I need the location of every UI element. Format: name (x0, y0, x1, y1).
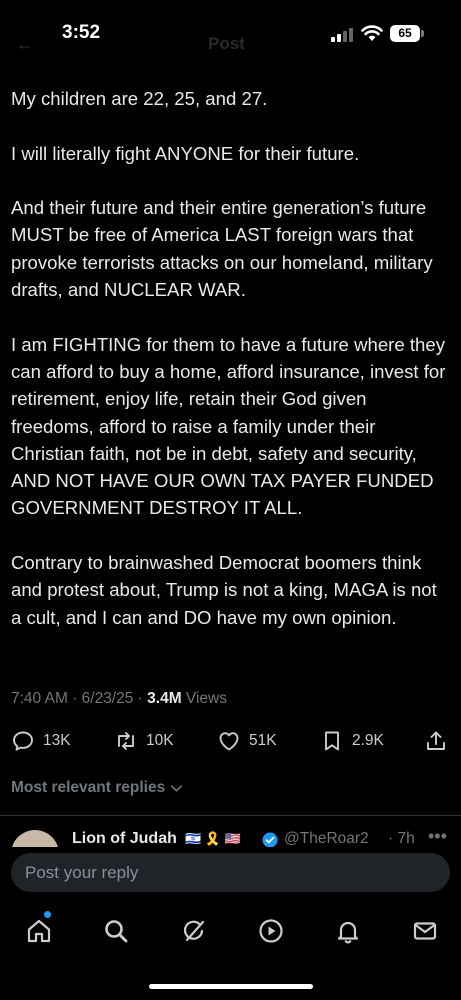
search-icon (105, 920, 128, 943)
repost-count: 10K (146, 732, 174, 749)
reply-input[interactable]: Post your reply (11, 853, 450, 892)
heart-icon (219, 732, 239, 751)
status-time: 3:52 (62, 22, 101, 43)
tab-video[interactable] (257, 917, 285, 945)
post-paragraph: Contrary to brainwashed Democrat boomers… (11, 552, 437, 628)
battery-tip (421, 30, 424, 37)
reply-button[interactable]: 13K (11, 726, 71, 756)
reply-timestamp: · 7h (388, 830, 415, 847)
reply-item[interactable]: Lion of Judah 🇮🇱 🎗️ 🇺🇸 @TheRoar2 · 7h ••… (0, 822, 461, 850)
share-icon (427, 731, 445, 750)
bookmark-count: 2.9K (352, 732, 384, 749)
replies-sort-dropdown[interactable]: Most relevant replies (11, 779, 183, 797)
post-meta: 7:40 AM · 6/23/25 · 3.4M Views (11, 690, 227, 708)
home-indicator[interactable] (149, 984, 313, 989)
action-bar: 13K 10K 51K 2.9K (0, 726, 461, 756)
post-paragraph: I will literally fight ANYONE for their … (11, 142, 360, 164)
repost-button[interactable]: 10K (114, 726, 174, 756)
replies-header-label: Most relevant replies (11, 779, 166, 796)
reply-author-name[interactable]: Lion of Judah (72, 830, 177, 848)
home-icon (27, 919, 51, 943)
bookmark-button[interactable]: 2.9K (320, 726, 384, 756)
grok-icon (183, 920, 205, 942)
battery-indicator: 65 (390, 25, 420, 42)
share-button[interactable] (424, 726, 448, 756)
page-title: Post (208, 34, 245, 53)
tab-grok[interactable] (180, 917, 208, 945)
tab-search[interactable] (102, 917, 130, 945)
reply-count: 13K (43, 732, 71, 749)
post-paragraph: I am FIGHTING for them to have a future … (11, 333, 446, 519)
post-timestamp: 7:40 AM · 6/23/25 · (11, 690, 148, 707)
wifi-icon (361, 25, 383, 41)
tab-home[interactable] (25, 917, 53, 945)
chevron-down-icon (171, 784, 183, 792)
repost-icon (118, 732, 134, 750)
reply-author-handle[interactable]: @TheRoar2 (284, 830, 369, 848)
post-paragraph: My children are 22, 25, and 27. (11, 88, 268, 109)
views-count: 3.4M (147, 690, 182, 707)
tab-messages[interactable] (411, 917, 439, 945)
bookmark-icon (325, 731, 339, 751)
new-posts-indicator (44, 911, 51, 918)
reply-composer: Post your reply (0, 847, 461, 900)
reply-icon (13, 731, 33, 751)
post-text: My children are 22, 25, and 27. I will l… (11, 85, 451, 658)
more-options-icon[interactable]: ••• (428, 826, 447, 847)
verified-badge-icon (262, 832, 278, 848)
back-button[interactable]: ← (16, 34, 34, 55)
cellular-signal-icon (331, 26, 355, 42)
like-button[interactable]: 51K (217, 726, 277, 756)
video-icon (259, 919, 283, 943)
mail-icon (413, 922, 437, 940)
bell-icon (337, 921, 359, 944)
reply-author-flags: 🇮🇱 🎗️ 🇺🇸 (185, 831, 241, 846)
like-count: 51K (249, 732, 277, 749)
divider (0, 815, 461, 816)
views-label: Views (181, 690, 227, 707)
tab-notifications[interactable] (334, 917, 362, 945)
post-paragraph: And their future and their entire genera… (11, 197, 433, 301)
status-bar: ← Post 3:52 65 (0, 0, 461, 70)
